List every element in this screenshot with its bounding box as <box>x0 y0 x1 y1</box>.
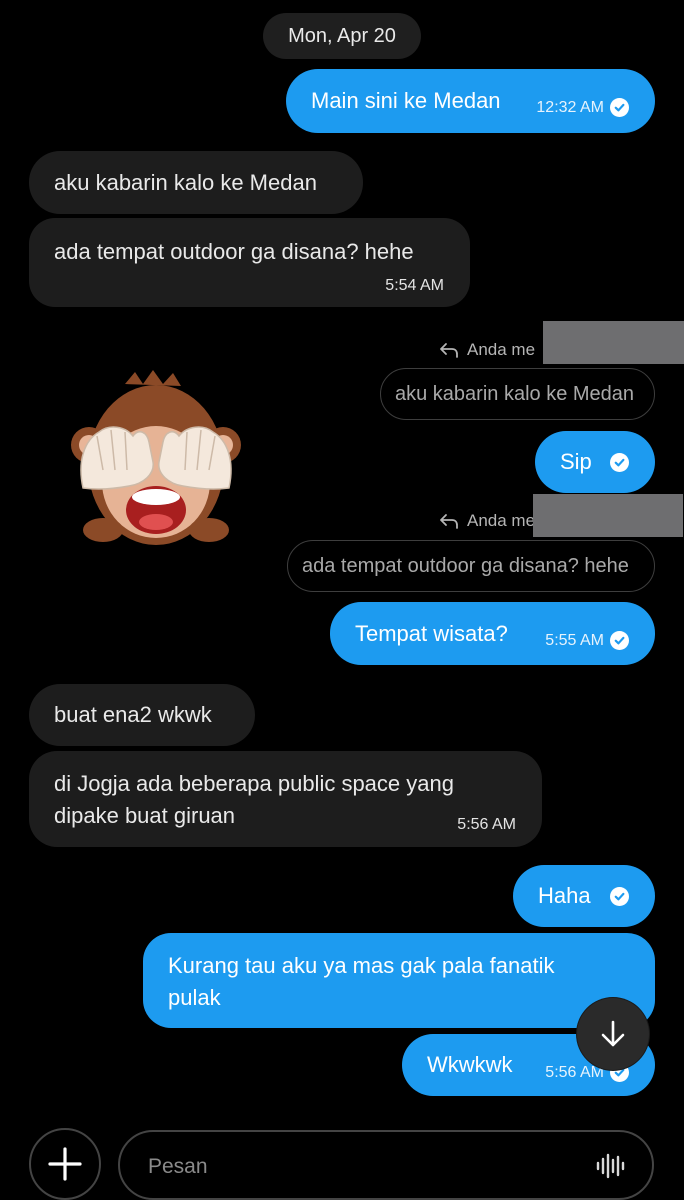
reply-label-text: Anda me <box>467 511 536 530</box>
outgoing-message[interactable]: Sip <box>535 431 655 493</box>
add-attachment-button[interactable] <box>29 1128 101 1200</box>
message-text-line-2: dipake buat giruan <box>54 803 236 828</box>
message-time: 5:56 AM <box>457 816 516 833</box>
date-separator: Mon, Apr 20 <box>263 13 421 59</box>
message-text: ada tempat outdoor ga disana? hehe <box>54 239 414 264</box>
incoming-message[interactable]: aku kabarin kalo ke Medan <box>29 151 363 214</box>
read-check-icon <box>610 887 629 906</box>
see-no-evil-monkey-sticker[interactable] <box>63 370 249 550</box>
quoted-message[interactable]: ada tempat outdoor ga disana? hehe <box>287 540 655 592</box>
plus-icon <box>48 1147 82 1181</box>
scroll-to-bottom-button[interactable] <box>577 998 649 1070</box>
read-check-icon <box>610 631 629 650</box>
reply-arrow-icon <box>440 343 458 358</box>
redaction-block <box>543 321 684 364</box>
read-check-icon <box>610 453 629 472</box>
message-time: 12:32 AM <box>536 99 604 116</box>
quoted-message[interactable]: aku kabarin kalo ke Medan <box>380 368 655 420</box>
read-check-icon <box>610 98 629 117</box>
voice-waveform-icon[interactable] <box>596 1152 626 1180</box>
outgoing-message[interactable]: Main sini ke Medan 12:32 AM <box>286 69 655 133</box>
quoted-text: ada tempat outdoor ga disana? hehe <box>302 554 629 577</box>
message-text: aku kabarin kalo ke Medan <box>54 170 317 195</box>
message-text: Sip <box>560 449 592 474</box>
message-text: buat ena2 wkwk <box>54 702 212 727</box>
reply-arrow-icon <box>440 514 458 529</box>
incoming-message[interactable]: di Jogja ada beberapa public space yang … <box>29 751 542 847</box>
message-text: Tempat wisata? <box>355 621 508 646</box>
message-text-line-1: di Jogja ada beberapa public space yang <box>54 771 454 796</box>
outgoing-message[interactable]: Tempat wisata? 5:55 AM <box>330 602 655 665</box>
message-time: 5:54 AM <box>385 277 444 294</box>
quoted-text: aku kabarin kalo ke Medan <box>395 382 635 405</box>
arrow-down-icon <box>601 1020 625 1047</box>
reply-label: Anda me <box>439 340 535 360</box>
message-text: Wkwkwk <box>427 1052 513 1077</box>
message-text-line-2: pulak <box>168 985 221 1010</box>
message-composer <box>118 1130 654 1200</box>
message-time: 5:55 AM <box>545 632 604 649</box>
reply-label: Anda me <box>439 511 535 531</box>
message-text: Main sini ke Medan <box>311 88 501 113</box>
redaction-block <box>533 494 683 537</box>
message-text-line-1: Kurang tau aku ya mas gak pala fanatik <box>168 953 555 978</box>
incoming-message[interactable]: ada tempat outdoor ga disana? hehe 5:54 … <box>29 218 470 307</box>
message-text: Haha <box>538 883 591 908</box>
outgoing-message[interactable]: Kurang tau aku ya mas gak pala fanatik p… <box>143 933 655 1028</box>
reply-label-text: Anda me <box>467 340 536 359</box>
incoming-message[interactable]: buat ena2 wkwk <box>29 684 255 746</box>
outgoing-message[interactable]: Haha <box>513 865 655 927</box>
message-input[interactable] <box>146 1150 590 1184</box>
